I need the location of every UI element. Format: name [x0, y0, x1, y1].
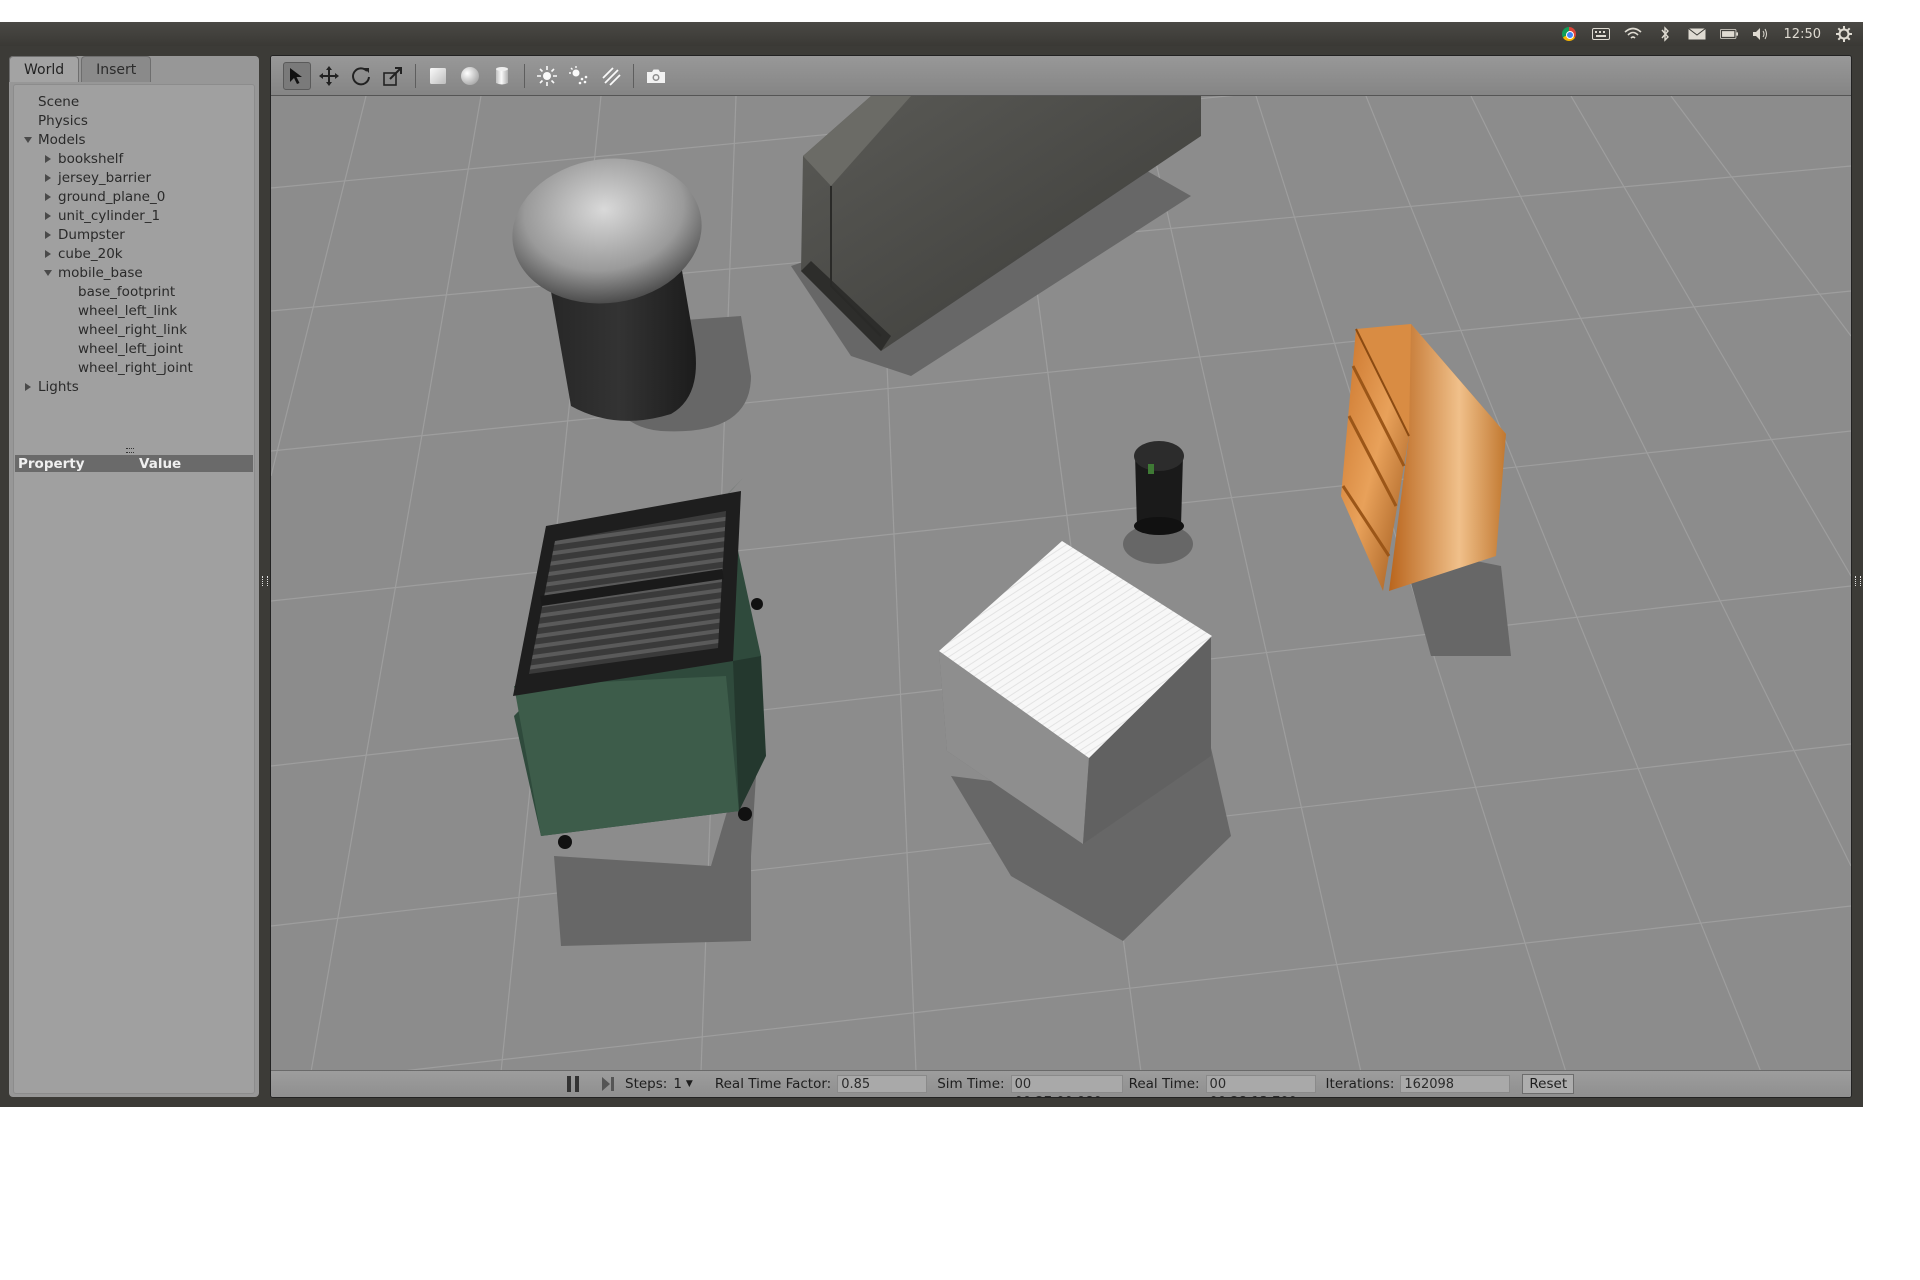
collapse-arrow-icon[interactable]	[45, 250, 51, 258]
collapse-arrow-icon[interactable]	[45, 193, 51, 201]
system-top-panel: 12:50	[0, 22, 1863, 46]
property-table: Property Value	[15, 455, 253, 472]
iterations-label: Iterations:	[1325, 1076, 1395, 1092]
scale-icon[interactable]	[379, 62, 407, 90]
select-arrow-icon[interactable]	[283, 61, 311, 90]
splitter-grip[interactable]	[126, 448, 134, 453]
collapse-arrow-icon[interactable]	[45, 174, 51, 182]
tree-item-ground-plane[interactable]: ground_plane_0	[14, 188, 254, 207]
battery-icon[interactable]	[1719, 26, 1738, 42]
rtf-label: Real Time Factor:	[714, 1076, 832, 1092]
chrome-icon[interactable]	[1560, 26, 1578, 42]
box-shape-icon[interactable]	[424, 62, 452, 90]
reset-button[interactable]: Reset	[1522, 1074, 1575, 1094]
sim-time-field: 00 00:27:00.980	[1010, 1075, 1123, 1097]
steps-dropdown-icon[interactable]: ▼	[686, 1079, 693, 1089]
render-viewport: Steps: 1 ▼ Real Time Factor: 0.85 Sim Ti…	[270, 55, 1852, 1098]
simulation-status-bar: Steps: 1 ▼ Real Time Factor: 0.85 Sim Ti…	[271, 1070, 1851, 1097]
toolbar-separator	[415, 63, 416, 88]
tree-item-label: Lights	[38, 379, 79, 395]
tree-item-wheel-right-link[interactable]: wheel_right_link	[14, 321, 254, 340]
tree-item-label: Dumpster	[58, 227, 125, 243]
steps-label: Steps:	[625, 1076, 668, 1092]
gazebo-window: 12:50 World Insert Scene Physics Models …	[0, 22, 1863, 1107]
real-time-label: Real Time:	[1128, 1076, 1200, 1092]
toolbar-separator	[633, 63, 634, 88]
translate-icon[interactable]	[315, 62, 343, 90]
tree-item-mobile-base[interactable]: mobile_base	[14, 264, 254, 283]
collapse-arrow-icon[interactable]	[45, 231, 51, 239]
pause-icon[interactable]	[567, 1076, 579, 1092]
tree-item-wheel-left-joint[interactable]: wheel_left_joint	[14, 340, 254, 359]
tab-insert[interactable]: Insert	[81, 56, 152, 82]
rtf-field: 0.85	[837, 1075, 928, 1093]
tree-item-bookshelf[interactable]: bookshelf	[14, 150, 254, 169]
steps-value[interactable]: 1	[673, 1076, 682, 1092]
tree-item-label: unit_cylinder_1	[58, 208, 161, 224]
dumpster-model	[513, 478, 766, 849]
collapse-arrow-icon[interactable]	[45, 155, 51, 163]
tree-item-physics[interactable]: Physics	[14, 112, 254, 131]
mobile-base-model	[1134, 441, 1184, 535]
render-toolbar	[271, 56, 1851, 96]
tree-item-lights[interactable]: Lights	[14, 378, 254, 397]
directional-light-icon[interactable]	[597, 62, 625, 90]
point-light-icon[interactable]	[533, 62, 561, 90]
value-column-header[interactable]: Value	[139, 456, 181, 472]
clock[interactable]: 12:50	[1784, 27, 1821, 42]
tree-item-scene[interactable]: Scene	[14, 93, 254, 112]
tree-item-label: jersey_barrier	[58, 170, 151, 186]
expand-arrow-icon[interactable]	[44, 270, 52, 276]
tree-item-cube[interactable]: cube_20k	[14, 245, 254, 264]
tree-item-jersey-barrier[interactable]: jersey_barrier	[14, 169, 254, 188]
3d-scene[interactable]	[271, 96, 1851, 1072]
step-icon[interactable]	[601, 1076, 615, 1092]
sim-time-label: Sim Time:	[937, 1076, 1005, 1092]
real-time-field: 00 00:28:13.700	[1205, 1075, 1316, 1097]
mail-icon[interactable]	[1687, 26, 1706, 42]
tree-item-label: bookshelf	[58, 151, 124, 167]
keyboard-icon[interactable]	[1591, 26, 1610, 42]
iterations-field: 162098	[1400, 1075, 1511, 1093]
collapse-arrow-icon[interactable]	[45, 212, 51, 220]
property-table-header: Property Value	[15, 455, 253, 472]
wifi-icon[interactable]	[1624, 26, 1642, 42]
tree-item-base-footprint[interactable]: base_footprint	[14, 283, 254, 302]
tree-item-label: mobile_base	[58, 265, 143, 281]
tab-world[interactable]: World	[9, 56, 80, 82]
tree-item-label: cube_20k	[58, 246, 123, 262]
sphere-shape-icon[interactable]	[456, 62, 484, 90]
cylinder-shape-icon[interactable]	[488, 62, 516, 90]
bookshelf-model	[1341, 324, 1506, 591]
right-splitter-handle[interactable]	[1855, 576, 1861, 586]
rotate-icon[interactable]	[347, 62, 375, 90]
power-gear-icon[interactable]	[1835, 26, 1853, 42]
unit-cylinder-model	[512, 158, 702, 421]
bluetooth-icon[interactable]	[1656, 26, 1674, 42]
tree-item-wheel-left-link[interactable]: wheel_left_link	[14, 302, 254, 321]
spot-light-icon[interactable]	[565, 62, 593, 90]
tree-item-label: Models	[38, 132, 86, 148]
tree-item-dumpster[interactable]: Dumpster	[14, 226, 254, 245]
tree-item-wheel-right-joint[interactable]: wheel_right_joint	[14, 359, 254, 378]
world-tree: Scene Physics Models bookshelf jersey_ba…	[14, 93, 254, 397]
toolbar-separator	[524, 63, 525, 88]
world-tree-panel: Scene Physics Models bookshelf jersey_ba…	[13, 84, 255, 1094]
left-tabs: World Insert	[9, 56, 152, 84]
tree-item-models[interactable]: Models	[14, 131, 254, 150]
scene-render[interactable]	[271, 96, 1851, 1072]
left-panel: World Insert Scene Physics Models booksh…	[9, 56, 259, 1097]
left-splitter-handle[interactable]	[262, 576, 268, 586]
tree-item-label: ground_plane_0	[58, 189, 166, 205]
volume-icon[interactable]	[1752, 26, 1770, 42]
tree-item-unit-cylinder[interactable]: unit_cylinder_1	[14, 207, 254, 226]
screenshot-camera-icon[interactable]	[642, 62, 670, 90]
collapse-arrow-icon[interactable]	[25, 383, 31, 391]
expand-arrow-icon[interactable]	[24, 137, 32, 143]
property-column-header[interactable]: Property	[15, 456, 139, 472]
